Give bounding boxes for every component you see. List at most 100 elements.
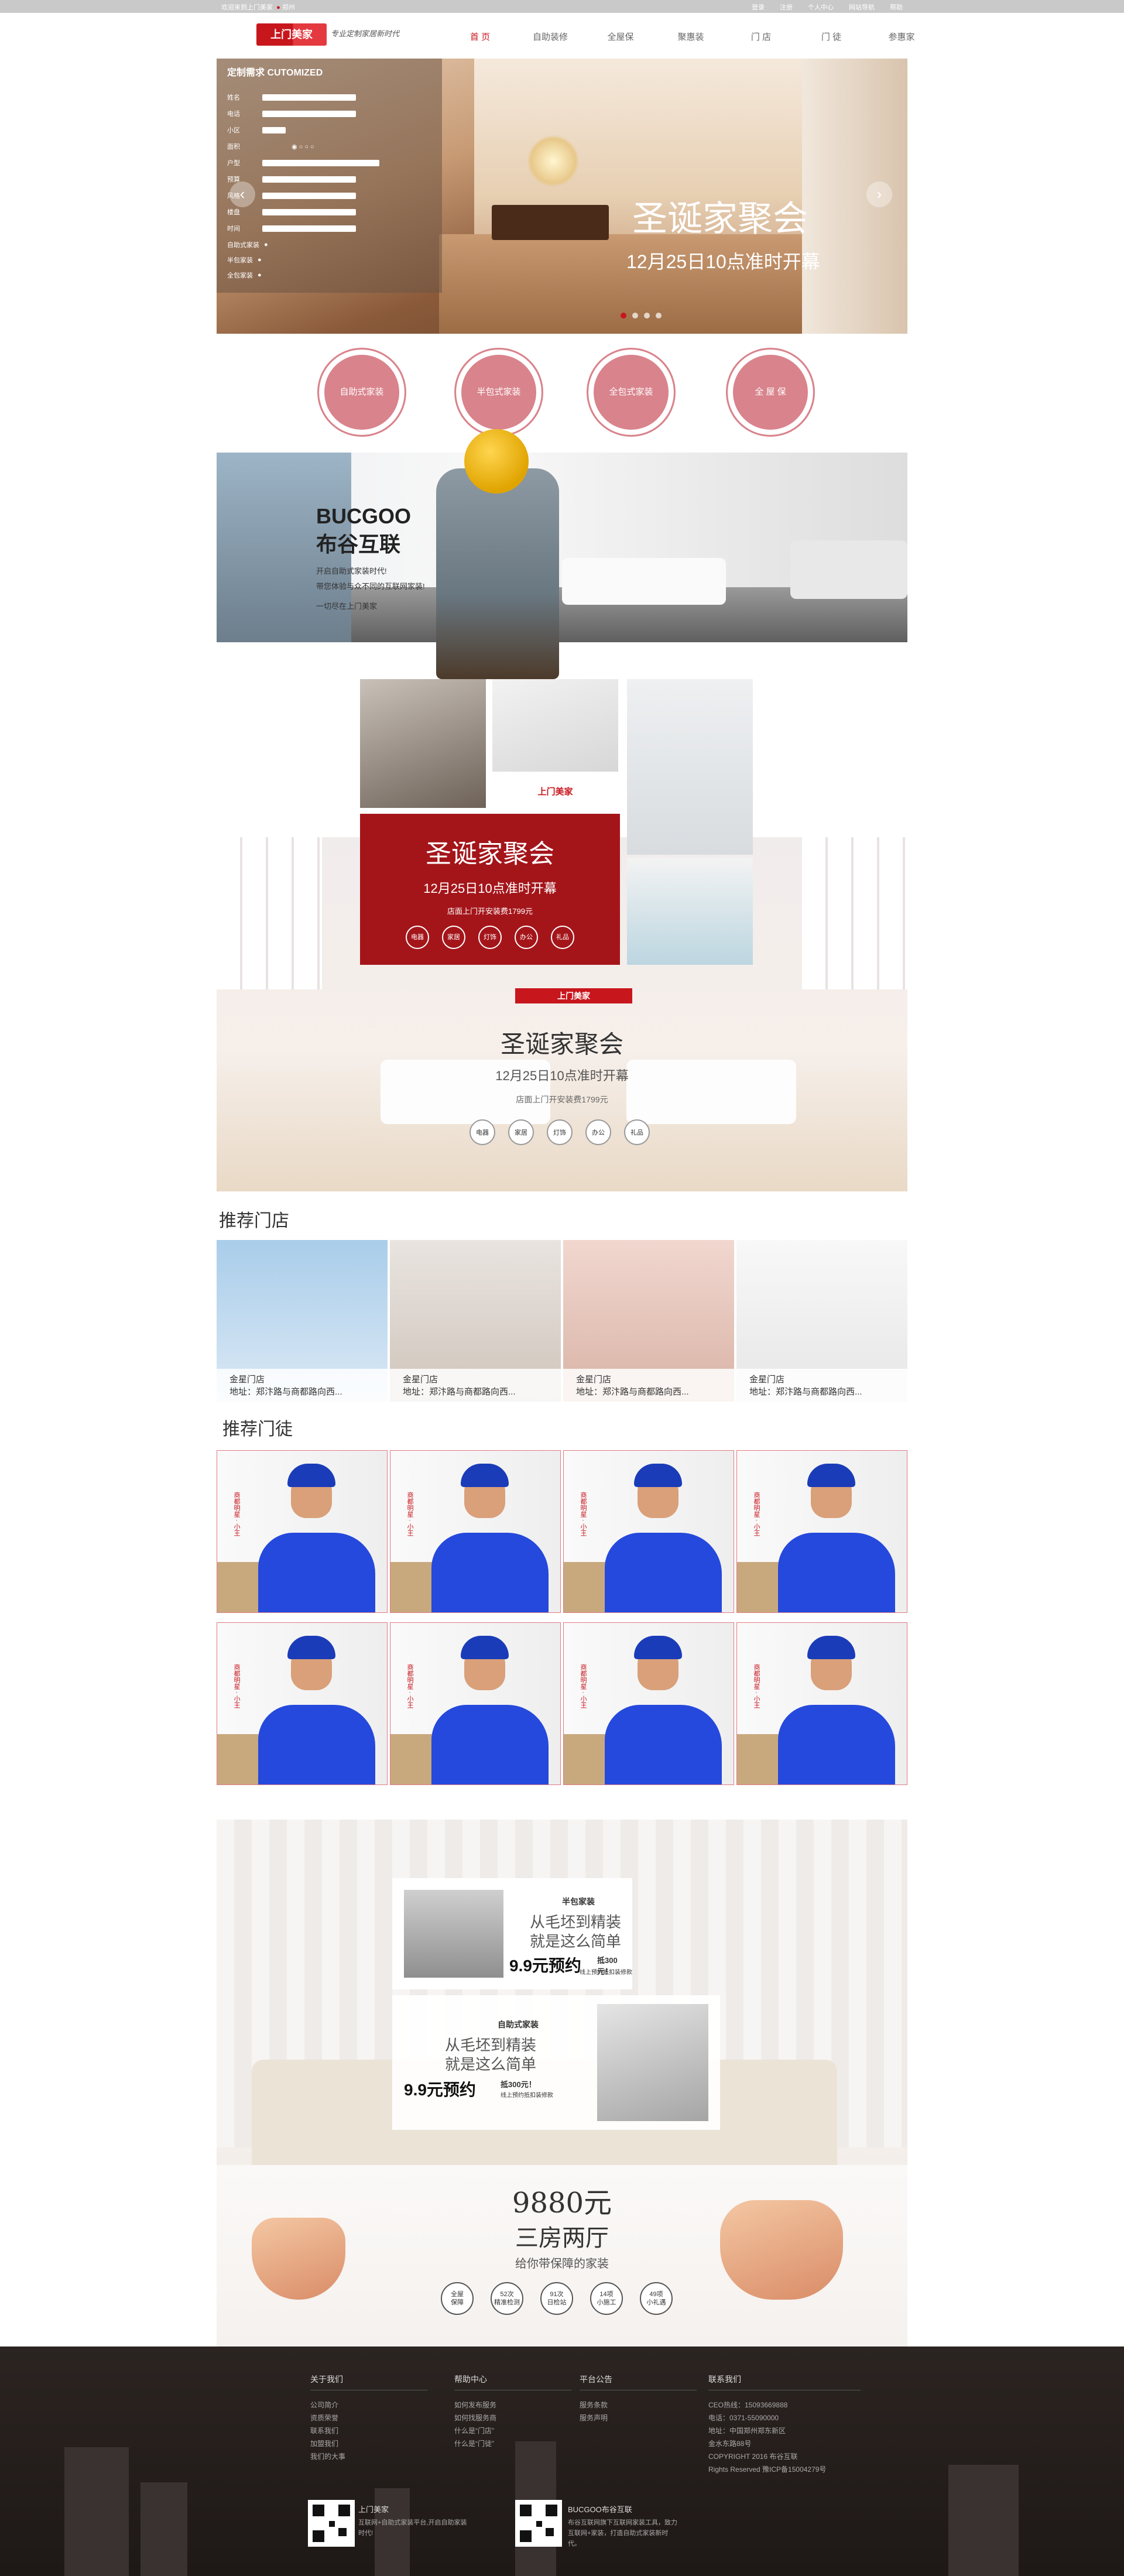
contact-line: Rights Reserved 豫ICP备15004279号 [708,2465,827,2474]
style-input[interactable] [262,192,356,199]
hardhat-icon [464,429,529,494]
budget-input[interactable] [262,176,356,183]
nav-self-service[interactable]: 自助装修 [515,26,585,47]
store-card[interactable]: 金星门店 地址：郑汴路与商都路向西... [736,1240,907,1402]
community-input[interactable] [262,126,286,133]
custom-request-form: 定制需求 CUTOMIZED 姓名 电话 小区 面积 ◉ ○ ○ ○ 户型 预算 … [217,59,442,293]
worker-card[interactable]: 商都明星 · 小王 [390,1450,561,1613]
footer-link[interactable]: 如何找服务商 [454,2411,571,2424]
dining-table [492,205,609,240]
layout-input[interactable] [262,159,379,166]
nav-benefits[interactable]: 参惠家 [866,26,937,47]
user-center-link[interactable]: 个人中心 [808,2,834,12]
nav-home[interactable]: 首 页 [445,26,515,47]
worker-card[interactable]: 商都明星 · 小王 [217,1450,388,1613]
bucgoo-banner[interactable]: BUCGOO 布谷互联 开启自助式家装时代! 带您体验与众不同的互联网家装! 一… [217,453,907,642]
carousel-dot[interactable] [644,313,650,318]
carousel-dot[interactable] [656,313,662,318]
worker-label: 商都明星 · 小王 [753,1664,760,1708]
carousel-dot[interactable] [632,313,638,318]
store-card[interactable]: 金星门店 地址：郑汴路与商都路向西... [217,1240,388,1402]
register-link[interactable]: 注册 [780,2,793,12]
tag-button[interactable]: 礼品 [624,1119,650,1145]
store-card[interactable]: 金星门店 地址：郑汴路与商都路向西... [563,1240,734,1402]
store-caption: 金星门店 地址：郑汴路与商都路向西... [736,1369,907,1402]
prev-arrow-icon[interactable]: ‹ [229,181,255,207]
form-option[interactable]: 全包家装 ● [227,270,262,280]
carousel-dot[interactable] [621,313,626,318]
footer-link[interactable]: 公司简介 [310,2399,427,2411]
tag-button[interactable]: 电器 [470,1119,495,1145]
footer-link[interactable]: 什么是“门徒” [454,2437,571,2450]
login-link[interactable]: 登录 [752,2,765,12]
city-selector[interactable]: 郑州 [282,4,295,11]
name-input[interactable] [262,94,356,101]
store-card[interactable]: 金星门店 地址：郑汴路与商都路向西... [390,1240,561,1402]
sofa-photo[interactable] [627,858,753,965]
window-left [217,837,322,989]
tag-button[interactable]: 灯饰 [547,1119,573,1145]
footer-link[interactable]: 我们的大事 [310,2450,427,2463]
contact-line: CEO热线：15093669888 [708,2401,788,2409]
nav-deals[interactable]: 聚惠装 [656,26,726,47]
slide-subtitle: 12月25日10点准时开幕 [626,251,820,272]
footer-link[interactable]: 服务声明 [580,2411,697,2424]
nav-stores[interactable]: 门 店 [726,26,796,47]
help-link[interactable]: 帮助 [890,2,903,12]
feature-badge[interactable]: 49项 小礼遇 [640,2282,673,2315]
self-save: 抵300元！ [501,2080,536,2089]
store-name: 金星门店 [576,1375,612,1385]
drawing-photo[interactable] [492,679,618,772]
worker-card[interactable]: 商都明星 · 小王 [390,1622,561,1785]
phone-input[interactable] [262,110,356,117]
worker-label: 商都明星 · 小王 [406,1492,413,1536]
tag-button[interactable]: 电器 [406,926,429,949]
worker-card[interactable]: 商都明星 · 小王 [736,1450,907,1613]
worker-label: 商都明星 · 小王 [580,1664,587,1708]
tag-button[interactable]: 礼品 [551,926,574,949]
service-self-button[interactable]: 自助式家装 [317,348,406,437]
form-option[interactable]: 自助式家装 ● [227,240,268,249]
tag-button[interactable]: 办公 [515,926,538,949]
worker-label: 商都明星 · 小王 [406,1664,413,1708]
xmas-card[interactable]: 圣诞家聚会 12月25日10点准时开幕 店面上门开安装费1799元 电器 家居 … [360,814,620,965]
form-row: 面积 ◉ ○ ○ ○ [227,142,314,151]
worker-card[interactable]: 商都明星 · 小王 [563,1450,734,1613]
nav-workers[interactable]: 门 徒 [796,26,866,47]
service-half-button[interactable]: 半包式家装 [454,348,543,437]
footer-link[interactable]: 加盟我们 [310,2437,427,2450]
footer-link[interactable]: 联系我们 [310,2424,427,2437]
worker-card[interactable]: 商都明星 · 小王 [736,1622,907,1785]
tag-button[interactable]: 家居 [442,926,465,949]
radio-icon[interactable]: ◉ ○ ○ ○ [292,143,314,150]
service-full-button[interactable]: 全包式家装 [587,348,676,437]
package-rooms: 三房两厅 [515,2225,609,2252]
tag-button[interactable]: 办公 [585,1119,611,1145]
half-package-card[interactable]: 半包家装 从毛坯到精装 就是这么简单 9.9元预约 抵300元！ 线上预约抵扣装… [392,1878,632,1989]
feature-badge[interactable]: 91次 日检站 [540,2282,573,2315]
feature-badge[interactable]: 全屋 保障 [441,2282,474,2315]
self-package-card[interactable]: 自助式家装 从毛坯到精装 就是这么简单 9.9元预约 抵300元！ 线上预约抵扣… [392,1995,720,2130]
welcome-text: 欢迎来到上门美家 ● 郑州 [221,4,295,11]
feature-badge[interactable]: 52次 精准检测 [491,2282,523,2315]
footer-link[interactable]: 服务条款 [580,2399,697,2411]
tag-button[interactable]: 灯饰 [478,926,502,949]
tag-button[interactable]: 家居 [508,1119,534,1145]
worker-card[interactable]: 商都明星 · 小王 [563,1622,734,1785]
site-nav-link[interactable]: 网站导航 [849,2,875,12]
footer-link[interactable]: 如何发布服务 [454,2399,571,2411]
time-input[interactable] [262,225,356,232]
estate-input[interactable] [262,208,356,215]
site-logo[interactable]: 上门美家 [256,23,327,46]
form-option[interactable]: 半包家装 ● [227,255,262,265]
footer-link[interactable]: 什么是“门店” [454,2424,571,2437]
bedroom-photo[interactable] [627,679,753,855]
service-whole-house-button[interactable]: 全 屋 保 [726,348,815,437]
worker-card[interactable]: 商都明星 · 小王 [217,1622,388,1785]
footer-link[interactable]: 资质荣誉 [310,2411,427,2424]
nav-whole-house[interactable]: 全屋保 [585,26,656,47]
house-model-image [404,1890,503,1978]
feature-badge[interactable]: 14项 小施工 [590,2282,623,2315]
worker-photo[interactable] [360,679,486,808]
next-arrow-icon[interactable]: › [866,181,892,207]
